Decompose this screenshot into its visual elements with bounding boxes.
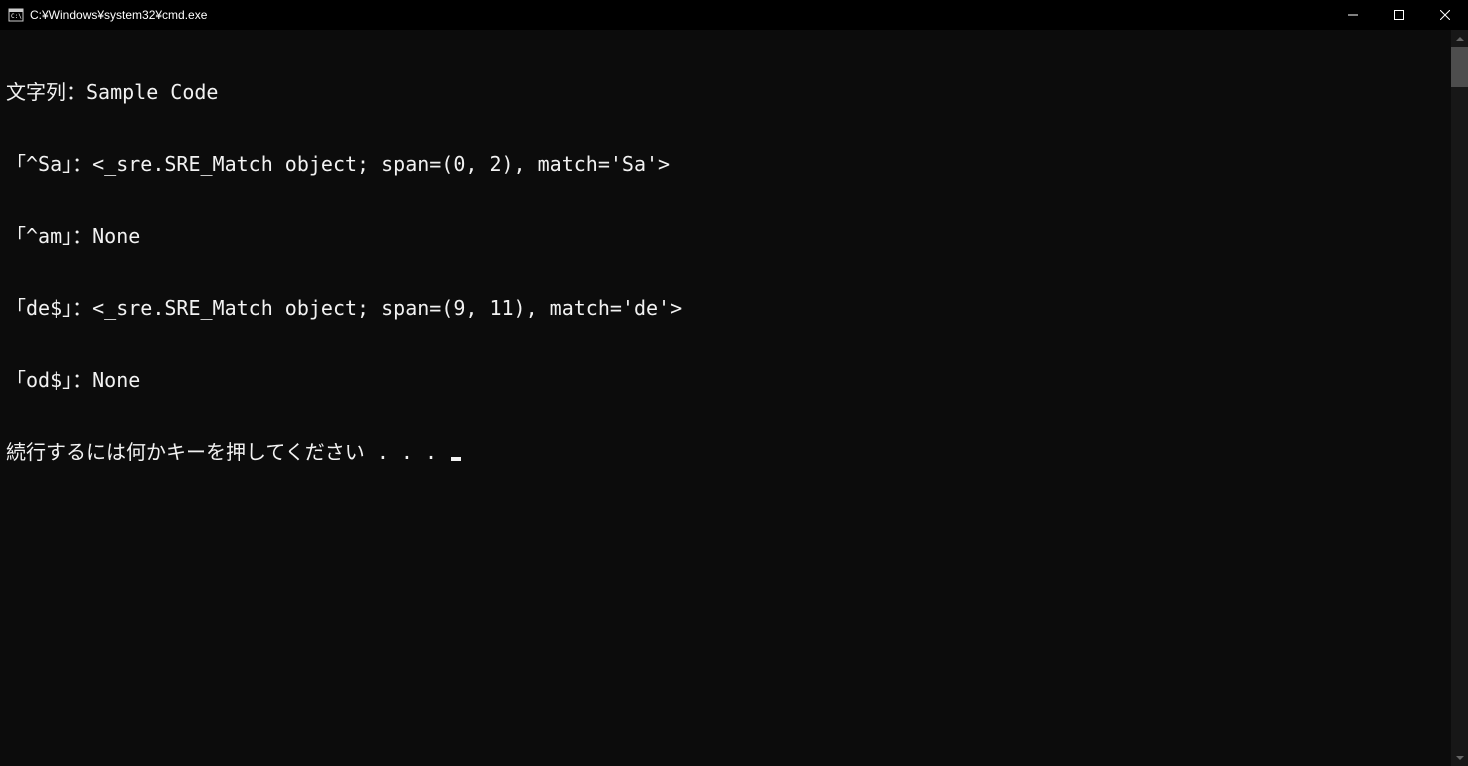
terminal-line: 文字列：Sample Code [6,80,1468,104]
window-title: C:¥Windows¥system32¥cmd.exe [30,8,1330,22]
scroll-down-arrow[interactable] [1451,749,1468,766]
cmd-icon: C:\ [8,7,24,23]
close-button[interactable] [1422,0,1468,30]
terminal-line: 「^Sa」：<_sre.SRE_Match object; span=(0, 2… [6,152,1468,176]
vertical-scrollbar[interactable] [1451,30,1468,766]
terminal-area[interactable]: 文字列：Sample Code 「^Sa」：<_sre.SRE_Match ob… [0,30,1468,766]
maximize-button[interactable] [1376,0,1422,30]
svg-text:C:\: C:\ [11,13,22,20]
minimize-button[interactable] [1330,0,1376,30]
scrollbar-thumb[interactable] [1451,47,1468,87]
terminal-prompt-line: 続行するには何かキーを押してください . . . [6,440,1468,464]
terminal-line: 「de$」：<_sre.SRE_Match object; span=(9, 1… [6,296,1468,320]
terminal-line: 「^am」：None [6,224,1468,248]
scroll-up-arrow[interactable] [1451,30,1468,47]
window-titlebar: C:\ C:¥Windows¥system32¥cmd.exe [0,0,1468,30]
terminal-line: 「od$」：None [6,368,1468,392]
terminal-output: 文字列：Sample Code 「^Sa」：<_sre.SRE_Match ob… [0,30,1468,512]
cursor [451,457,461,461]
window-controls [1330,0,1468,30]
prompt-text: 続行するには何かキーを押してください . . . [6,440,449,464]
